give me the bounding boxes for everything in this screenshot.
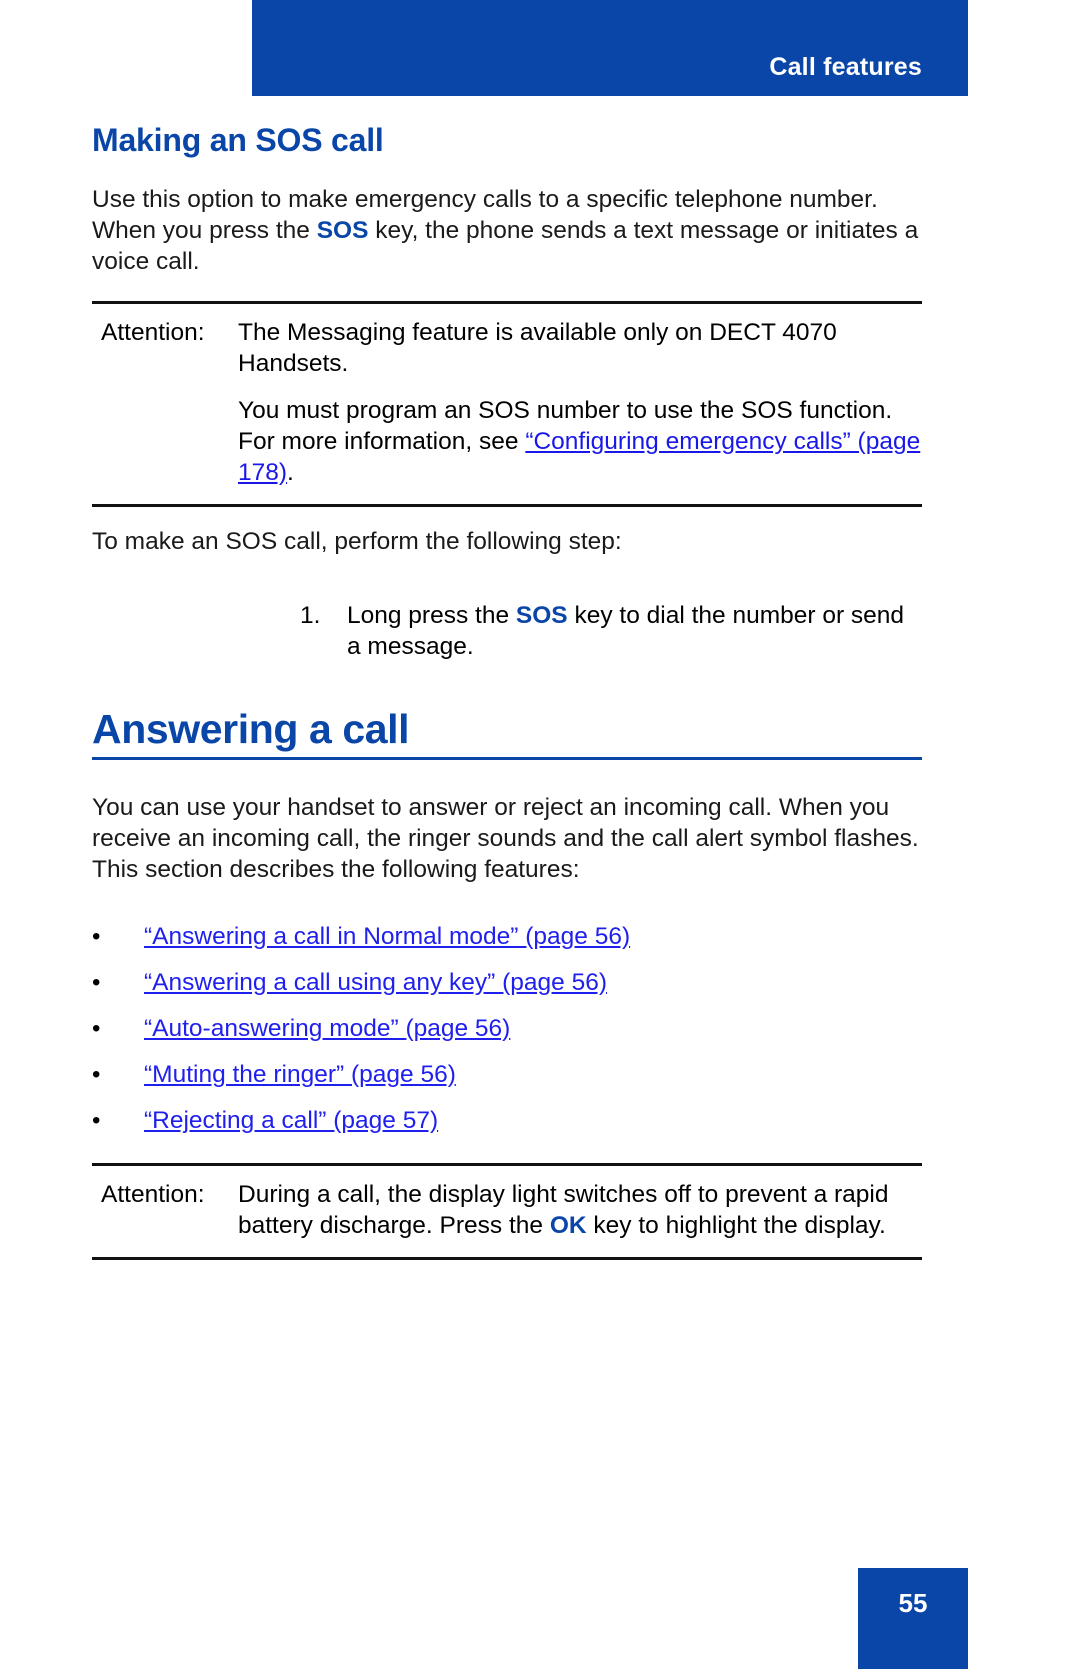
ok-key-label: OK — [549, 1212, 587, 1239]
chapter-header-bar: Call features — [252, 0, 968, 96]
list-item: • “Answering a call in Normal mode” (pag… — [92, 921, 922, 952]
section2-intro-paragraph: You can use your handset to answer or re… — [92, 794, 919, 883]
step-text-part1: Long press the — [347, 602, 516, 629]
note-2-text-part2: key to highlight the display. — [586, 1212, 886, 1239]
note-box-1: Attention: The Messaging feature is avai… — [92, 301, 922, 507]
note-label-attention-2: Attention: — [101, 1181, 205, 1208]
sos-key-label-step: SOS — [515, 602, 568, 629]
bullet-icon: • — [92, 969, 101, 996]
step-number: 1. — [300, 602, 321, 629]
attention-note-2: Attention: During a call, the display li… — [92, 1163, 922, 1260]
chapter-title: Call features — [769, 53, 922, 81]
note-paragraph-2: You must program an SOS number to use th… — [238, 395, 922, 488]
page-number-box: 55 — [858, 1568, 968, 1669]
section1-step-list-wrap: 1. Long press the SOS key to dial the nu… — [92, 600, 922, 662]
section-heading-answering-a-call: Answering a call — [92, 706, 410, 752]
section1-steps-block: To make an SOS call, perform the followi… — [92, 526, 922, 557]
note-label-attention-1: Attention: — [101, 319, 205, 346]
bullet-icon: • — [92, 1061, 101, 1088]
list-item: • “Muting the ringer” (page 56) — [92, 1059, 922, 1090]
attention-note-1: Attention: The Messaging feature is avai… — [92, 301, 922, 507]
section-heading-making-sos-call-wrap: Making an SOS call — [92, 122, 384, 159]
bullet-icon: • — [92, 923, 101, 950]
link-answering-any-key[interactable]: “Answering a call using any key” (page 5… — [144, 967, 922, 998]
step-item: 1. Long press the SOS key to dial the nu… — [92, 600, 922, 662]
note-paragraph-1: The Messaging feature is available only … — [238, 319, 837, 377]
link-answering-normal-mode[interactable]: “Answering a call in Normal mode” (page … — [144, 921, 922, 952]
note-body-1: The Messaging feature is available only … — [238, 317, 922, 488]
section1-intro-paragraph: Use this option to make emergency calls … — [92, 184, 922, 277]
list-item: • “Auto-answering mode” (page 56) — [92, 1013, 922, 1044]
step-text: Long press the SOS key to dial the numbe… — [347, 600, 922, 662]
note-2-paragraph: During a call, the display light switche… — [238, 1179, 922, 1241]
section1-intro-block: Use this option to make emergency calls … — [92, 184, 922, 277]
note-row-2: Attention: During a call, the display li… — [92, 1179, 922, 1241]
bullet-icon: • — [92, 1107, 101, 1134]
list-item: • “Rejecting a call” (page 57) — [92, 1105, 922, 1136]
note-body-2: During a call, the display light switche… — [238, 1179, 922, 1241]
section2-intro-block: You can use your handset to answer or re… — [92, 792, 922, 885]
sos-key-label: SOS — [316, 217, 369, 244]
section-heading-making-sos-call: Making an SOS call — [92, 122, 384, 158]
link-muting-the-ringer[interactable]: “Muting the ringer” (page 56) — [144, 1059, 922, 1090]
note-paragraph-2-end: . — [287, 459, 294, 486]
link-rejecting-a-call[interactable]: “Rejecting a call” (page 57) — [144, 1105, 922, 1136]
link-auto-answering-mode[interactable]: “Auto-answering mode” (page 56) — [144, 1013, 922, 1044]
feature-link-list: • “Answering a call in Normal mode” (pag… — [92, 921, 922, 1136]
section-heading-rule — [92, 757, 922, 761]
step-list: 1. Long press the SOS key to dial the nu… — [92, 600, 922, 662]
note-box-2: Attention: During a call, the display li… — [92, 1163, 922, 1260]
section-heading-answering-a-call-wrap: Answering a call — [92, 706, 922, 761]
section2-bullet-list-wrap: • “Answering a call in Normal mode” (pag… — [92, 921, 922, 1151]
list-item: • “Answering a call using any key” (page… — [92, 967, 922, 998]
note-row-1: Attention: The Messaging feature is avai… — [92, 317, 922, 488]
section1-lead-in: To make an SOS call, perform the followi… — [92, 528, 622, 555]
bullet-icon: • — [92, 1015, 101, 1042]
page-number: 55 — [898, 1588, 928, 1618]
